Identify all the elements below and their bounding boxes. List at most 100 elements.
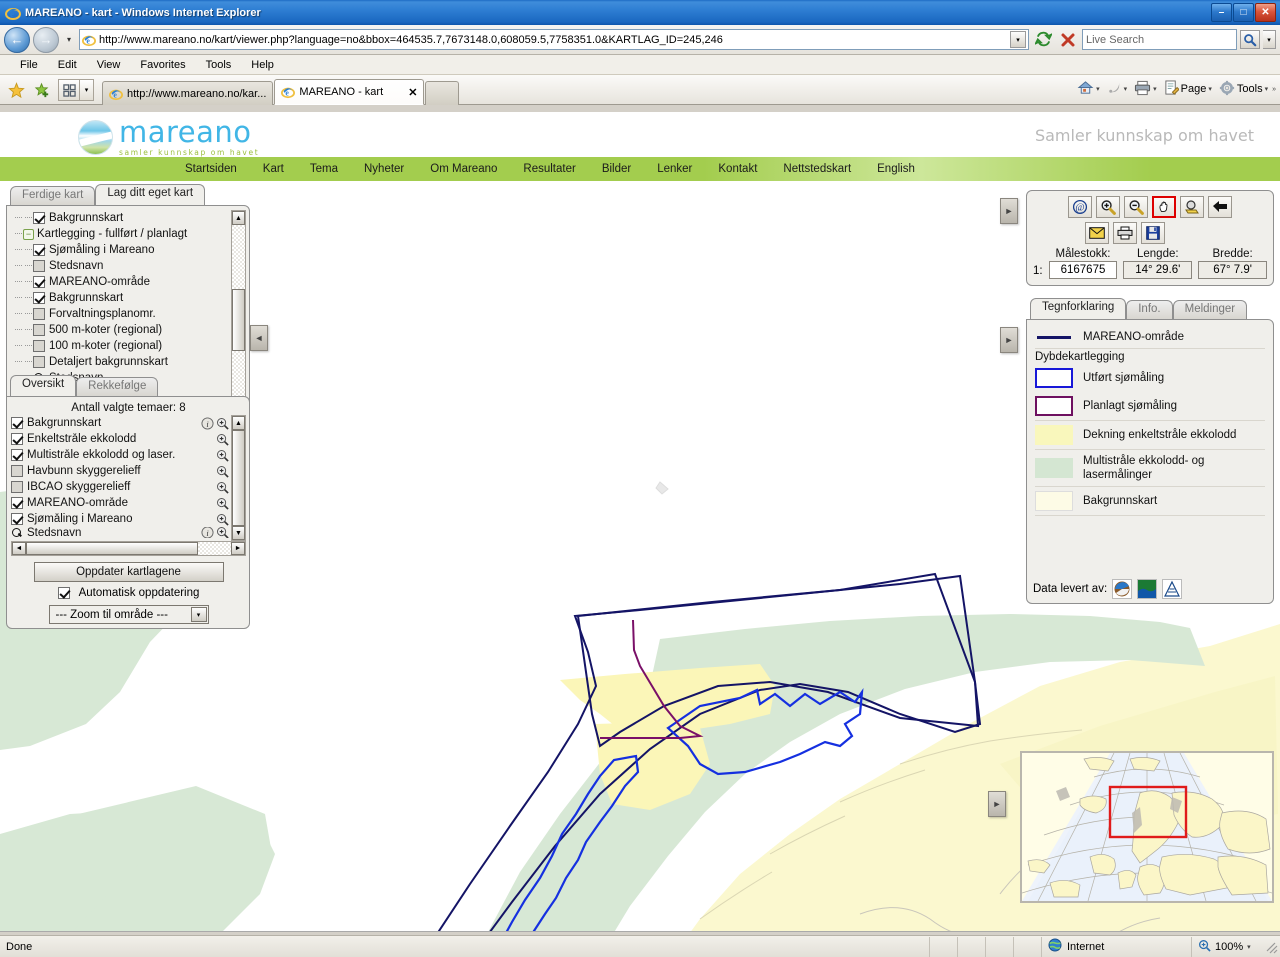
list-item[interactable]: Stedsnavn i bbox=[11, 527, 229, 538]
update-layers-button[interactable]: Oppdater kartlagene bbox=[33, 562, 224, 582]
layer-checkbox[interactable] bbox=[11, 449, 23, 461]
zoom-in-icon[interactable] bbox=[1096, 196, 1120, 218]
nav-bilder[interactable]: Bilder bbox=[589, 163, 644, 175]
url-dropdown-button[interactable]: ▾ bbox=[1010, 31, 1026, 48]
selected-layers-list[interactable]: Bakgrunnskart i Enkeltstråle ekkolodd Mul… bbox=[11, 415, 229, 541]
nav-nyheter[interactable]: Nyheter bbox=[351, 163, 417, 175]
list-item[interactable]: Sjømåling i Mareano bbox=[11, 511, 229, 527]
layer-magnifier-icon[interactable] bbox=[11, 527, 23, 538]
overview-locator-map[interactable] bbox=[1020, 751, 1274, 903]
layer-checkbox[interactable] bbox=[11, 497, 23, 509]
tree-checkbox[interactable] bbox=[33, 292, 45, 304]
security-zone[interactable]: Internet bbox=[1042, 936, 1192, 957]
search-provider-caret[interactable]: ▾ bbox=[1263, 30, 1276, 49]
list-item[interactable]: Bakgrunnskart i bbox=[11, 415, 229, 431]
statens-kartverk-logo-icon[interactable] bbox=[1162, 579, 1183, 599]
tree-node[interactable]: 500 m-koter (regional) bbox=[13, 322, 229, 338]
auto-update-checkbox[interactable] bbox=[57, 587, 70, 599]
tree-node[interactable]: − Kartlegging - fullført / planlagt bbox=[13, 226, 229, 242]
tab-meldinger[interactable]: Meldinger bbox=[1172, 300, 1248, 319]
scrollbar-thumb[interactable] bbox=[232, 430, 245, 526]
zoom-to-layer-icon[interactable] bbox=[216, 465, 229, 478]
print-caret[interactable]: ▾ bbox=[1153, 85, 1157, 93]
nav-kontakt[interactable]: Kontakt bbox=[705, 163, 770, 175]
print-icon[interactable] bbox=[1113, 222, 1137, 244]
tree-node[interactable]: Bakgrunnskart bbox=[13, 290, 229, 306]
scroll-left-button[interactable]: ◄ bbox=[12, 542, 26, 555]
quick-tabs-caret[interactable]: ▾ bbox=[80, 79, 94, 101]
nav-lenker[interactable]: Lenker bbox=[644, 163, 705, 175]
info-icon[interactable]: i bbox=[201, 527, 214, 538]
tree-node[interactable]: Sjømåling i Mareano bbox=[13, 242, 229, 258]
tree-node[interactable]: Bakgrunnskart bbox=[13, 210, 229, 226]
list-item[interactable]: Enkeltstråle ekkolodd bbox=[11, 431, 229, 447]
chevron-down-icon[interactable]: ▾ bbox=[190, 607, 207, 622]
nav-resultater[interactable]: Resultater bbox=[510, 163, 588, 175]
home-button[interactable]: ▾ bbox=[1074, 77, 1103, 101]
search-input[interactable]: Live Search bbox=[1082, 29, 1237, 50]
ngu-logo-icon[interactable] bbox=[1112, 579, 1133, 599]
menu-view[interactable]: View bbox=[87, 57, 131, 73]
zoom-to-layer-icon[interactable] bbox=[216, 513, 229, 526]
email-icon[interactable] bbox=[1085, 222, 1109, 244]
query-search-icon[interactable] bbox=[1180, 196, 1204, 218]
new-tab-button[interactable] bbox=[425, 81, 460, 105]
home-caret[interactable]: ▾ bbox=[1096, 85, 1100, 93]
zoom-to-layer-icon[interactable] bbox=[216, 481, 229, 494]
collapse-left-panel-button[interactable]: ◄ bbox=[250, 325, 268, 351]
scroll-right-button[interactable]: ► bbox=[231, 542, 245, 555]
scroll-up-button[interactable]: ▲ bbox=[232, 416, 245, 430]
identify-at-icon[interactable]: @ bbox=[1068, 196, 1092, 218]
tree-collapse-toggle[interactable]: − bbox=[23, 228, 34, 240]
hscrollbar-thumb[interactable] bbox=[26, 542, 198, 555]
url-bar[interactable]: e http://www.mareano.no/kart/viewer.php?… bbox=[79, 29, 1029, 50]
zoom-control[interactable]: 100% ▾ bbox=[1192, 937, 1280, 957]
tree-node[interactable]: Detaljert bakgrunnskart bbox=[13, 354, 229, 370]
zoom-caret[interactable]: ▾ bbox=[1247, 943, 1251, 951]
nav-nettstedskart[interactable]: Nettstedskart bbox=[770, 163, 864, 175]
tree-checkbox[interactable] bbox=[33, 340, 45, 352]
nav-kart[interactable]: Kart bbox=[250, 163, 297, 175]
list-item[interactable]: Multistråle ekkolodd og laser. bbox=[11, 447, 229, 463]
browser-tab-1[interactable]: e http://www.mareano.no/kar... bbox=[102, 81, 274, 105]
selected-layers-hscrollbar[interactable]: ◄ ► bbox=[11, 541, 246, 556]
zoom-to-layer-icon[interactable] bbox=[216, 449, 229, 462]
browser-tab-2[interactable]: e MAREANO - kart ✕ bbox=[274, 79, 425, 105]
info-icon[interactable]: i bbox=[201, 416, 214, 430]
tools-button[interactable]: Tools ▾ bbox=[1216, 78, 1271, 101]
command-overflow-icon[interactable]: » bbox=[1272, 86, 1276, 93]
list-item[interactable]: Havbunn skyggerelieff bbox=[11, 463, 229, 479]
pan-hand-icon[interactable] bbox=[1152, 196, 1176, 218]
tab-tegnforklaring[interactable]: Tegnforklaring bbox=[1030, 298, 1127, 319]
scrollbar-thumb[interactable] bbox=[232, 289, 245, 351]
layer-checkbox[interactable] bbox=[11, 465, 23, 477]
add-favorite-icon[interactable] bbox=[30, 78, 54, 102]
list-item[interactable]: MAREANO-område bbox=[11, 495, 229, 511]
url-text[interactable]: http://www.mareano.no/kart/viewer.php?la… bbox=[99, 34, 1010, 46]
site-logo[interactable]: mareano samler kunnskap om havet bbox=[78, 118, 259, 157]
expand-legend-panel-button[interactable]: ► bbox=[1000, 327, 1018, 353]
tree-checkbox[interactable] bbox=[33, 308, 45, 320]
scroll-down-button[interactable]: ▼ bbox=[232, 526, 245, 540]
nav-om-mareano[interactable]: Om Mareano bbox=[417, 163, 510, 175]
tree-checkbox[interactable] bbox=[33, 356, 45, 368]
expand-tools-panel-button[interactable]: ► bbox=[1000, 198, 1018, 224]
search-icon[interactable] bbox=[1240, 30, 1260, 49]
menu-edit[interactable]: Edit bbox=[48, 57, 87, 73]
tree-checkbox[interactable] bbox=[33, 212, 45, 224]
nav-english[interactable]: English bbox=[864, 163, 928, 175]
list-item[interactable]: IBCAO skyggerelieff bbox=[11, 479, 229, 495]
layer-checkbox[interactable] bbox=[11, 433, 23, 445]
scale-value[interactable]: 6167675 bbox=[1048, 261, 1118, 279]
minimize-button[interactable]: – bbox=[1211, 3, 1232, 22]
expand-overview-map-button[interactable]: ► bbox=[988, 791, 1006, 817]
feeds-button[interactable]: ▾ bbox=[1104, 78, 1131, 100]
zoom-to-layer-icon[interactable] bbox=[216, 417, 229, 430]
tools-caret[interactable]: ▾ bbox=[1265, 85, 1269, 93]
selected-layers-scrollbar[interactable]: ▲ ▼ bbox=[231, 415, 246, 541]
layer-checkbox[interactable] bbox=[11, 417, 23, 429]
zoom-to-area-select[interactable]: --- Zoom til område --- ▾ bbox=[48, 605, 209, 624]
close-button[interactable]: ✕ bbox=[1255, 3, 1276, 22]
layer-checkbox[interactable] bbox=[11, 481, 23, 493]
recent-pages-caret[interactable]: ▾ bbox=[62, 35, 76, 44]
